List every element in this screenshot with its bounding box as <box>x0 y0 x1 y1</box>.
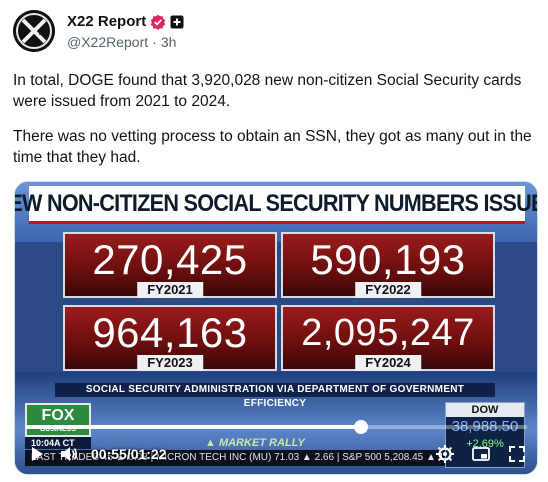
settings-icon[interactable] <box>435 444 455 464</box>
dow-label: DOW <box>446 403 524 417</box>
affiliate-plus-icon[interactable] <box>170 15 184 29</box>
video-progress-bar[interactable] <box>25 420 527 434</box>
video-controls: 00:55/01:22 <box>15 440 537 470</box>
fullscreen-icon[interactable] <box>507 444 527 464</box>
stat-year: FY2021 <box>137 282 203 298</box>
stat-box-fy2023: 964,163 FY2023 <box>63 305 277 371</box>
play-icon[interactable] <box>27 444 47 464</box>
stat-value: 270,425 <box>92 236 248 283</box>
timestamp[interactable]: 3h <box>161 34 177 50</box>
stat-value: 964,163 <box>92 309 248 356</box>
channel-logo-text: FOX <box>41 407 75 424</box>
stat-year: FY2024 <box>355 355 421 371</box>
stat-box-fy2022: 590,193 FY2022 <box>281 232 495 298</box>
tweet-body: In total, DOGE found that 3,920,028 new … <box>13 70 537 182</box>
volume-icon[interactable] <box>59 444 79 464</box>
svg-text:2: 2 <box>39 27 44 37</box>
svg-text:2: 2 <box>23 27 28 37</box>
stat-box-fy2021: 270,425 FY2021 <box>63 232 277 298</box>
handle[interactable]: @X22Report <box>67 34 148 50</box>
video-time: 00:55/01:22 <box>91 446 167 462</box>
sub-row: @X22Report · 3h <box>67 34 176 50</box>
pip-icon[interactable] <box>471 444 491 464</box>
stat-value: 590,193 <box>310 236 466 283</box>
source-caption: SOCIAL SECURITY ADMINISTRATION VIA DEPAR… <box>55 383 495 409</box>
video-headline: NEW NON-CITIZEN SOCIAL SECURITY NUMBERS … <box>14 189 538 217</box>
stat-value: 2,095,247 <box>301 312 475 354</box>
tweet-paragraph-1: In total, DOGE found that 3,920,028 new … <box>13 72 522 110</box>
stat-year: FY2022 <box>355 282 421 298</box>
video-headline-banner: NEW NON-CITIZEN SOCIAL SECURITY NUMBERS … <box>15 186 537 224</box>
separator-dot: · <box>152 34 157 50</box>
display-name[interactable]: X22 Report <box>67 13 146 30</box>
verified-badge-icon <box>150 14 166 30</box>
stat-year: FY2023 <box>137 355 203 371</box>
video-progress-fill <box>25 425 362 429</box>
tweet-paragraph-2: There was no vetting process to obtain a… <box>13 128 532 166</box>
channel-logo: FOX BUSINESS <box>25 403 91 437</box>
stat-box-fy2024: 2,095,247 FY2024 <box>281 305 495 371</box>
name-row: X22 Report <box>67 13 184 30</box>
avatar[interactable]: 2 2 <box>13 10 55 52</box>
video-player[interactable]: NEW NON-CITIZEN SOCIAL SECURITY NUMBERS … <box>14 181 538 475</box>
tweet-header: 2 2 X22 Report @X22Report · 3h <box>13 10 533 54</box>
